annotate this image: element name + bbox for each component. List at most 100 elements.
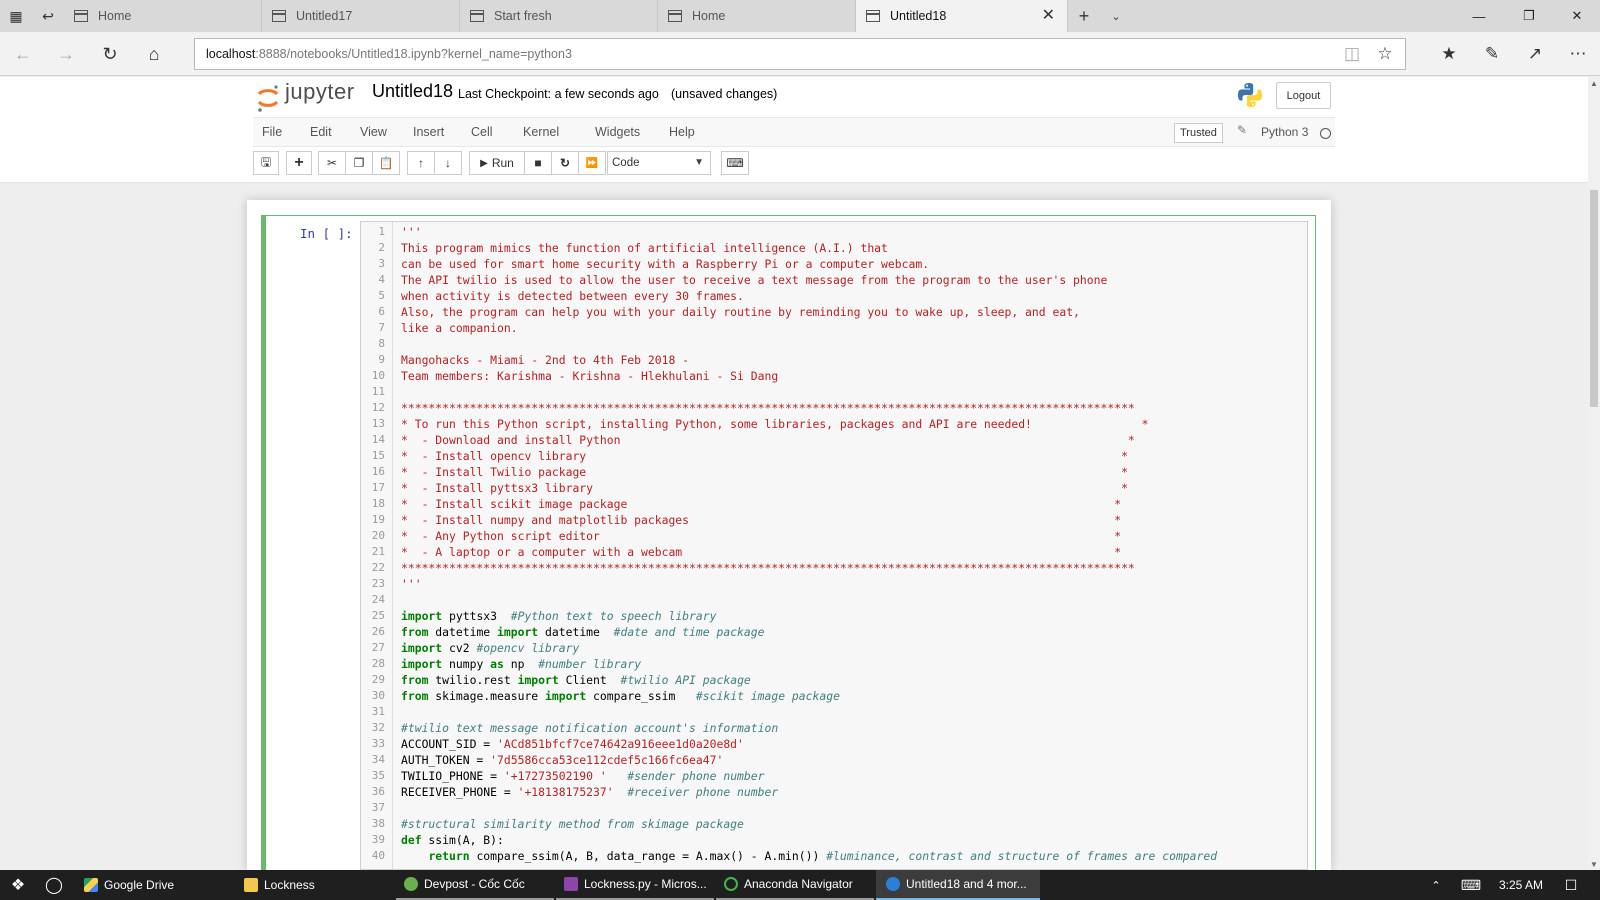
url-host: localhost <box>206 47 256 61</box>
code-token: import <box>517 673 559 687</box>
code-token: Also, the program can help you with your… <box>401 305 1080 319</box>
tray-chevron-up-icon[interactable]: ⌃ <box>1424 870 1448 900</box>
favorites-hub-icon[interactable]: ★ <box>1433 38 1465 70</box>
favorite-star-icon[interactable]: ☆ <box>1369 38 1401 70</box>
menu-kernel[interactable]: Kernel <box>523 125 559 139</box>
trusted-badge[interactable]: Trusted <box>1174 123 1223 143</box>
browser-tab-untitled18[interactable]: Untitled18 ✕ <box>856 0 1068 32</box>
tab-list-icon[interactable]: ▦ <box>0 0 32 32</box>
menu-help[interactable]: Help <box>669 125 695 139</box>
taskbar-anaconda-navigator[interactable]: Anaconda Navigator <box>716 870 874 900</box>
interrupt-stop-icon[interactable]: ■ <box>524 151 552 175</box>
line-number: 34 <box>371 753 385 766</box>
minimize-icon[interactable]: — <box>1456 0 1502 32</box>
taskbar-google-drive[interactable]: Google Drive <box>76 870 234 900</box>
code-editor[interactable]: 1 ''' 2 This program mimics the function of… <box>360 221 1308 870</box>
kernel-name[interactable]: Python 3 <box>1261 125 1308 139</box>
line-number: 22 <box>371 561 385 574</box>
forward-arrow-icon[interactable]: → <box>51 40 81 68</box>
browser-tab-home-1[interactable]: Home <box>64 0 262 32</box>
code-token: #twilio API package <box>620 673 751 687</box>
browser-tab-untitled17[interactable]: Untitled17 <box>262 0 460 32</box>
cell-type-select[interactable]: Code ▼ <box>607 151 711 175</box>
restart-icon[interactable]: ↻ <box>551 151 579 175</box>
code-line: can be used for smart home security with… <box>401 256 929 272</box>
code-line: * - Any Python script editor * <box>401 528 1121 544</box>
tab-label: Untitled18 <box>890 9 947 23</box>
url-path: :8888/notebooks/Untitled18.ipynb?kernel_… <box>255 47 572 61</box>
taskbar-coccoc-browser[interactable]: Devpost - Cốc Cốc <box>396 870 554 900</box>
line-number: 29 <box>371 673 385 686</box>
cut-scissors-icon[interactable]: ✂ <box>318 151 346 175</box>
line-number: 6 <box>378 305 385 318</box>
line-number: 23 <box>371 577 385 590</box>
scrollbar-thumb[interactable] <box>1590 190 1598 407</box>
edit-pencil-icon[interactable]: ✎ <box>1237 123 1247 137</box>
unsaved-status: (unsaved changes) <box>671 87 778 101</box>
copy-icon[interactable]: ❐ <box>345 151 373 175</box>
code-line: * - Install numpy and matplotlib package… <box>401 512 1121 528</box>
chevron-down-icon[interactable]: ⌄ <box>1100 0 1132 32</box>
menu-view[interactable]: View <box>360 125 387 139</box>
move-up-arrow-icon[interactable]: ↑ <box>407 151 435 175</box>
keyboard-icon[interactable]: ⌨ <box>721 151 749 175</box>
close-tab-icon[interactable]: ✕ <box>1042 8 1055 24</box>
touch-keyboard-icon[interactable]: ⌨ <box>1456 870 1486 900</box>
code-token: * To run this Python script, installing … <box>401 417 1149 431</box>
system-clock[interactable]: 3:25 AM <box>1499 878 1543 892</box>
menu-edit[interactable]: Edit <box>310 125 332 139</box>
reading-view-icon[interactable]: ◫ <box>1336 38 1368 70</box>
code-token: Client <box>558 673 621 687</box>
tab-aside-icon[interactable]: ↩ <box>32 0 64 32</box>
window-close-icon[interactable]: ✕ <box>1554 0 1600 32</box>
fast-forward-icon[interactable]: ⏩ <box>578 151 606 175</box>
code-token: skimage.measure <box>428 689 546 703</box>
more-options-icon[interactable]: ⋯ <box>1562 38 1594 70</box>
restore-icon[interactable]: ❐ <box>1506 0 1552 32</box>
menu-file[interactable]: File <box>262 125 282 139</box>
address-bar[interactable]: localhost:8888/notebooks/Untitled18.ipyn… <box>194 38 1406 70</box>
save-icon[interactable]: 🖫 <box>253 151 279 175</box>
browser-tab-home-2[interactable]: Home <box>658 0 856 32</box>
move-down-arrow-icon[interactable]: ↓ <box>434 151 462 175</box>
new-tab-icon[interactable]: + <box>1068 0 1100 32</box>
code-token: pyttsx3 <box>442 609 511 623</box>
code-token: AUTH_TOKEN = <box>401 753 491 767</box>
logout-button[interactable]: Logout <box>1276 82 1331 109</box>
paste-icon[interactable]: 📋 <box>372 151 400 175</box>
line-number: 17 <box>371 481 385 494</box>
browser-tab-start-fresh[interactable]: Start fresh <box>460 0 658 32</box>
code-token: #receiver phone number <box>627 785 779 799</box>
jupyter-logo-icon[interactable] <box>256 83 280 113</box>
line-number: 4 <box>378 273 385 286</box>
run-button[interactable]: ▶ Run <box>469 151 525 175</box>
share-icon[interactable]: ↗ <box>1519 38 1551 70</box>
scroll-down-arrow-icon[interactable]: ▼ <box>1588 858 1600 870</box>
action-center-icon[interactable]: ☐ <box>1556 870 1586 900</box>
menu-insert[interactable]: Insert <box>413 125 444 139</box>
back-arrow-icon[interactable]: ← <box>8 40 38 68</box>
refresh-icon[interactable]: ↻ <box>95 40 125 68</box>
code-token: twilio.rest <box>428 673 518 687</box>
code-token: datetime <box>428 625 498 639</box>
insert-cell-plus-icon[interactable]: + <box>286 151 312 175</box>
code-token: #sender phone number <box>627 769 765 783</box>
page-scrollbar[interactable]: ▲ ▼ <box>1588 77 1600 870</box>
web-note-pen-icon[interactable]: ✎ <box>1476 38 1508 70</box>
code-token: #twilio text message notification accoun… <box>401 721 779 735</box>
menu-widgets[interactable]: Widgets <box>595 125 640 139</box>
home-icon[interactable]: ⌂ <box>139 40 169 68</box>
code-token: datetime <box>538 625 614 639</box>
taskbar-edge-browser[interactable]: Untitled18 and 4 mor... <box>876 870 1040 900</box>
notebook-name[interactable]: Untitled18 <box>372 81 453 102</box>
tab-label: Start fresh <box>494 9 552 23</box>
windows-start-icon[interactable]: ❖ <box>0 870 36 900</box>
menu-cell[interactable]: Cell <box>471 125 493 139</box>
scroll-up-arrow-icon[interactable]: ▲ <box>1588 77 1600 89</box>
taskbar-vscode[interactable]: Lockness.py - Micros... <box>556 870 714 900</box>
taskbar-lockness-folder[interactable]: Lockness <box>236 870 394 900</box>
cortana-search-icon[interactable]: ◯ <box>40 870 68 900</box>
code-token: '+17273502190 ' <box>503 769 607 783</box>
code-token: compare_ssim <box>586 689 696 703</box>
